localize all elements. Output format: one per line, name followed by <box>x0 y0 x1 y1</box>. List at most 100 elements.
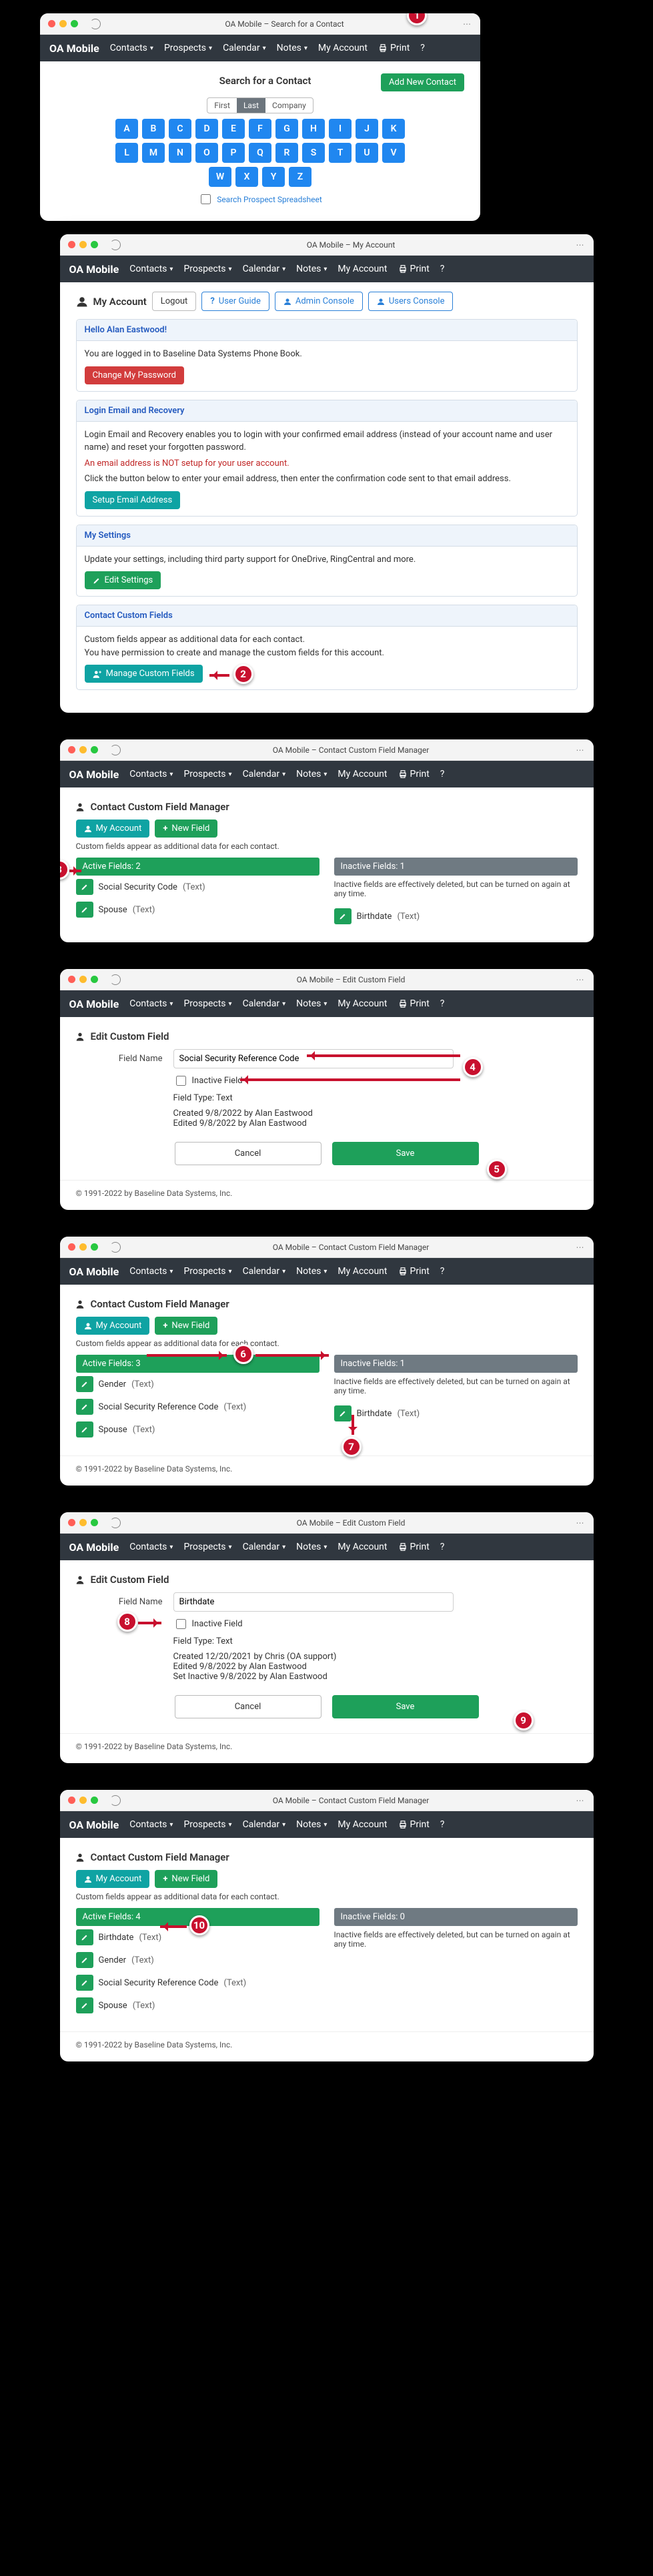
nav-account[interactable]: My Account <box>334 1263 391 1279</box>
nav-account[interactable]: My Account <box>334 996 391 1012</box>
alpha-X[interactable]: X <box>235 167 258 187</box>
nav-help[interactable]: ? <box>436 1263 449 1279</box>
new-field-button[interactable]: + New Field <box>155 1870 217 1888</box>
nav-calendar[interactable]: Calendar▾ <box>239 1539 290 1555</box>
alpha-T[interactable]: T <box>329 143 352 163</box>
nav-account[interactable]: My Account <box>334 766 391 782</box>
nav-help[interactable]: ? <box>436 1817 449 1833</box>
nav-account[interactable]: My Account <box>334 261 391 277</box>
cancel-button[interactable]: Cancel <box>175 1695 321 1718</box>
more-icon[interactable]: ⋯ <box>576 240 586 250</box>
new-field-button[interactable]: + New Field <box>155 1317 217 1335</box>
edit-field-button[interactable] <box>76 902 93 918</box>
reload-icon[interactable] <box>110 1518 121 1528</box>
edit-settings-button[interactable]: Edit Settings <box>85 571 161 589</box>
search-prospect-checkbox[interactable] <box>201 194 211 204</box>
alpha-H[interactable]: H <box>302 119 325 139</box>
nav-account[interactable]: My Account <box>334 1539 391 1555</box>
alpha-A[interactable]: A <box>115 119 138 139</box>
inactive-checkbox[interactable] <box>176 1619 186 1629</box>
nav-prospects[interactable]: Prospects▾ <box>179 1263 235 1279</box>
alpha-L[interactable]: L <box>115 143 138 163</box>
nav-notes[interactable]: Notes▾ <box>292 1539 331 1555</box>
zoom-icon[interactable] <box>71 20 78 27</box>
reload-icon[interactable] <box>110 974 121 985</box>
nav-notes[interactable]: Notes▾ <box>292 766 331 782</box>
nav-print[interactable]: Print <box>394 766 434 782</box>
nav-help[interactable]: ? <box>436 996 449 1012</box>
nav-notes[interactable]: Notes▾ <box>292 1263 331 1279</box>
alpha-G[interactable]: G <box>275 119 298 139</box>
admin-console-button[interactable]: Admin Console <box>275 292 363 311</box>
close-icon[interactable] <box>48 20 55 27</box>
nav-calendar[interactable]: Calendar▾ <box>239 1817 290 1833</box>
alpha-U[interactable]: U <box>356 143 378 163</box>
edit-field-button[interactable] <box>76 1997 93 2013</box>
name-mode-segment[interactable]: First Last Company <box>207 97 313 113</box>
edit-field-button[interactable] <box>76 879 93 895</box>
alpha-Q[interactable]: Q <box>249 143 271 163</box>
nav-notes[interactable]: Notes▾ <box>273 40 311 56</box>
add-contact-button[interactable]: Add New Contact <box>381 73 464 91</box>
nav-print[interactable]: Print <box>374 40 414 56</box>
field-name-input[interactable] <box>173 1592 454 1612</box>
edit-field-button[interactable] <box>76 1399 93 1415</box>
nav-account[interactable]: My Account <box>314 40 372 56</box>
nav-help[interactable]: ? <box>436 261 449 277</box>
cancel-button[interactable]: Cancel <box>175 1142 321 1165</box>
nav-calendar[interactable]: Calendar▾ <box>219 40 270 56</box>
seg-first[interactable]: First <box>207 98 237 113</box>
seg-last[interactable]: Last <box>237 98 265 113</box>
alpha-D[interactable]: D <box>195 119 218 139</box>
traffic-lights[interactable] <box>48 20 78 27</box>
alpha-E[interactable]: E <box>222 119 245 139</box>
nav-print[interactable]: Print <box>394 1263 434 1279</box>
new-field-button[interactable]: + New Field <box>155 820 217 838</box>
setup-email-button[interactable]: Setup Email Address <box>85 491 181 509</box>
reload-icon[interactable] <box>110 745 121 755</box>
nav-prospects[interactable]: Prospects▾ <box>179 996 235 1012</box>
seg-company[interactable]: Company <box>265 98 313 113</box>
nav-prospects[interactable]: Prospects▾ <box>179 766 235 782</box>
edit-field-button[interactable] <box>76 1421 93 1437</box>
nav-calendar[interactable]: Calendar▾ <box>239 766 290 782</box>
nav-contacts[interactable]: Contacts▾ <box>125 1263 177 1279</box>
nav-prospects[interactable]: Prospects▾ <box>160 40 216 56</box>
nav-help[interactable]: ? <box>436 1539 449 1555</box>
nav-contacts[interactable]: Contacts▾ <box>125 261 177 277</box>
alpha-K[interactable]: K <box>382 119 405 139</box>
nav-calendar[interactable]: Calendar▾ <box>239 996 290 1012</box>
reload-icon[interactable] <box>90 19 101 29</box>
search-prospect-label[interactable]: Search Prospect Spreadsheet <box>217 195 322 204</box>
nav-calendar[interactable]: Calendar▾ <box>239 261 290 277</box>
nav-print[interactable]: Print <box>394 261 434 277</box>
inactive-checkbox[interactable] <box>176 1076 186 1086</box>
edit-field-button[interactable] <box>334 1405 352 1421</box>
logout-button[interactable]: Logout <box>152 292 197 311</box>
more-icon[interactable]: ⋯ <box>576 1796 586 1805</box>
alpha-O[interactable]: O <box>195 143 218 163</box>
alpha-Y[interactable]: Y <box>262 167 285 187</box>
nav-notes[interactable]: Notes▾ <box>292 261 331 277</box>
alpha-F[interactable]: F <box>249 119 271 139</box>
alpha-W[interactable]: W <box>209 167 231 187</box>
nav-print[interactable]: Print <box>394 1539 434 1555</box>
alpha-J[interactable]: J <box>356 119 378 139</box>
nav-notes[interactable]: Notes▾ <box>292 996 331 1012</box>
nav-notes[interactable]: Notes▾ <box>292 1817 331 1833</box>
nav-prospects[interactable]: Prospects▾ <box>179 261 235 277</box>
save-button[interactable]: Save <box>332 1695 479 1718</box>
manage-custom-fields-button[interactable]: Manage Custom Fields <box>85 665 203 683</box>
traffic-lights[interactable] <box>68 241 98 248</box>
my-account-button[interactable]: My Account <box>76 820 150 838</box>
nav-contacts[interactable]: Contacts▾ <box>106 40 157 56</box>
nav-help[interactable]: ? <box>416 40 429 56</box>
minimize-icon[interactable] <box>59 20 67 27</box>
nav-contacts[interactable]: Contacts▾ <box>125 1539 177 1555</box>
edit-field-button[interactable] <box>76 1929 93 1945</box>
edit-field-button[interactable] <box>76 1952 93 1968</box>
more-icon[interactable]: ⋯ <box>576 745 586 755</box>
change-password-button[interactable]: Change My Password <box>85 366 184 384</box>
more-icon[interactable]: ⋯ <box>576 975 586 984</box>
edit-field-button[interactable] <box>334 908 352 924</box>
